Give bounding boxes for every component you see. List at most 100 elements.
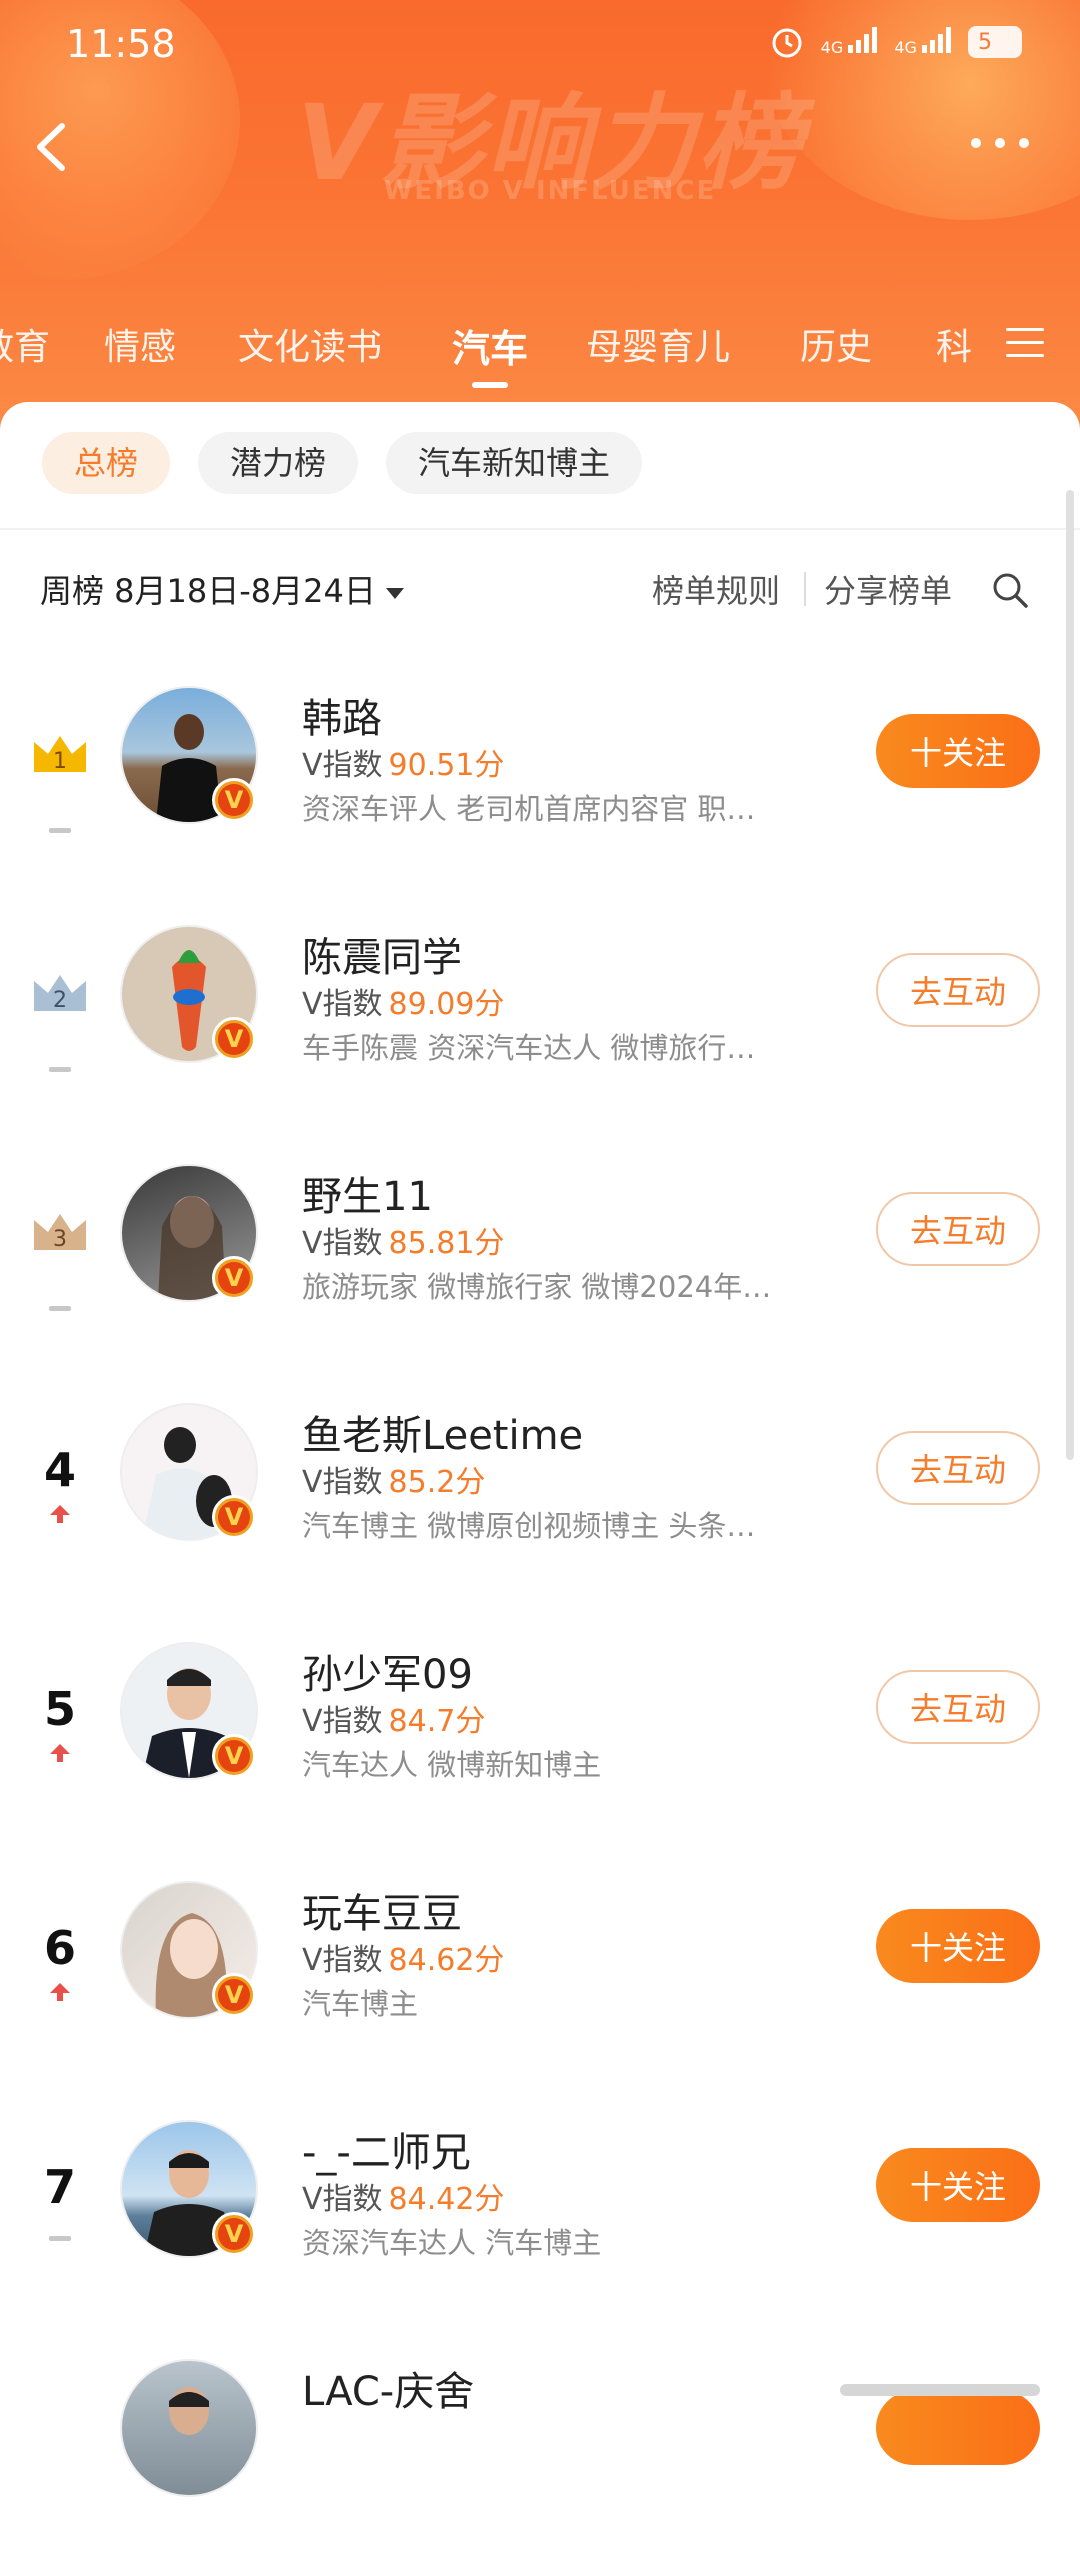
- tab-history[interactable]: 历史: [800, 318, 872, 370]
- rank-cell: 5: [28, 1682, 92, 1762]
- trend-flat-icon: [28, 818, 92, 837]
- trend-flat-icon: [28, 1296, 92, 1315]
- tab-parenting[interactable]: 母婴育儿: [586, 318, 730, 370]
- interact-button[interactable]: 去互动: [876, 1670, 1040, 1744]
- search-icon: [993, 573, 1028, 608]
- avatar[interactable]: [120, 2359, 258, 2497]
- avatar[interactable]: V: [120, 1881, 258, 2019]
- svg-text:2: 2: [53, 988, 67, 1013]
- user-name[interactable]: 陈震同学: [302, 925, 462, 983]
- chip-potential[interactable]: 潜力榜: [198, 432, 359, 494]
- share-link[interactable]: 分享榜单: [824, 566, 952, 612]
- rank-number: 6: [43, 1921, 76, 1975]
- user-description: 资深汽车达人 汽车博主: [302, 2226, 602, 2260]
- rank-cell: 7: [28, 2160, 92, 2241]
- user-name[interactable]: -_-二师兄: [302, 2120, 471, 2178]
- verified-badge-icon: V: [212, 778, 256, 822]
- follow-button[interactable]: 十关注: [876, 714, 1040, 788]
- silver-crown-icon: 2: [34, 975, 86, 1013]
- follow-button[interactable]: [876, 2391, 1040, 2465]
- ranking-row[interactable]: 2 V 陈震同学 V指数 89.09分 车手陈震 资深汽车达人 微博旅行… 去互动: [0, 925, 1080, 1125]
- rank-number: 4: [43, 1443, 76, 1497]
- user-name[interactable]: 孙少军09: [302, 1642, 473, 1700]
- alarm-icon: [772, 28, 802, 58]
- rank-cell: 4: [28, 1443, 92, 1523]
- ranking-row[interactable]: 7 V -_-二师兄 V指数 84.42分 资深汽车达人 汽车博主 十关注: [0, 2120, 1080, 2320]
- user-name[interactable]: 鱼老斯Leetime: [302, 1403, 583, 1461]
- ranking-row[interactable]: 5 V 孙少军09 V指数 84.7分 汽车达人 微博新知博主 去互动: [0, 1642, 1080, 1842]
- user-description: 车手陈震 资深汽车达人 微博旅行…: [302, 1031, 756, 1065]
- trend-flat-icon: [28, 1057, 92, 1076]
- trend-up-icon: [28, 1742, 92, 1768]
- v-index: V指数 85.81分: [302, 1226, 505, 1261]
- tab-science[interactable]: 科: [936, 318, 972, 370]
- follow-button[interactable]: 十关注: [876, 1909, 1040, 1983]
- gold-crown-icon: 1: [34, 736, 86, 774]
- v-index: V指数 85.2分: [302, 1465, 486, 1500]
- category-tabs: 教育 情感 文化读书 汽车 母婴育儿 历史 科: [0, 300, 1000, 390]
- user-description: 旅游玩家 微博旅行家 微博2024年…: [302, 1270, 772, 1304]
- trend-flat-icon: [28, 2226, 92, 2245]
- week-selector[interactable]: 周榜 8月18日-8月24日: [40, 566, 404, 612]
- interact-button[interactable]: 去互动: [876, 953, 1040, 1027]
- avatar[interactable]: V: [120, 686, 258, 824]
- signal-icon: 4G: [894, 27, 952, 57]
- verified-badge-icon: V: [212, 2212, 256, 2256]
- user-description: 资深车评人 老司机首席内容官 职…: [302, 792, 756, 826]
- verified-badge-icon: V: [212, 1017, 256, 1061]
- user-name[interactable]: 野生11: [302, 1164, 433, 1222]
- user-name[interactable]: LAC-庆舍: [302, 2359, 474, 2417]
- rank-cell: 6: [28, 1921, 92, 2001]
- rules-link[interactable]: 榜单规则: [652, 566, 780, 612]
- user-name[interactable]: 韩路: [302, 686, 382, 744]
- tab-menu-button[interactable]: [1006, 328, 1044, 367]
- user-name[interactable]: 玩车豆豆: [302, 1881, 462, 1939]
- ranking-row[interactable]: 6 V 玩车豆豆 V指数 84.62分 汽车博主 十关注: [0, 1881, 1080, 2081]
- interact-button[interactable]: 去互动: [876, 1192, 1040, 1266]
- ranking-row[interactable]: 4 V 鱼老斯Leetime V指数 85.2分 汽车博主 微博原创视频博主 头条…: [0, 1403, 1080, 1603]
- ranking-row[interactable]: 3 V 野生11 V指数 85.81分 旅游玩家 微博旅行家 微博2024年… 去…: [0, 1164, 1080, 1364]
- home-indicator: [840, 2384, 1040, 2396]
- ranking-row[interactable]: 1 V 韩路 V指数 90.51分 资深车评人 老司机首席内容官 职… 十关注: [0, 686, 1080, 886]
- active-tab-indicator: [472, 382, 508, 388]
- svg-text:1: 1: [53, 749, 67, 774]
- more-options-button[interactable]: [968, 128, 1032, 151]
- caret-down-icon: [385, 587, 404, 599]
- tab-culture-reading[interactable]: 文化读书: [238, 318, 382, 370]
- user-description: 汽车达人 微博新知博主: [302, 1748, 602, 1782]
- divider: [804, 572, 806, 606]
- week-label: 周榜 8月18日-8月24日: [40, 572, 376, 610]
- hero-subtitle: WEIBO V INFLUENCE: [383, 176, 717, 206]
- avatar[interactable]: V: [120, 1164, 258, 1302]
- chip-auto-new-knowledge[interactable]: 汽车新知博主: [386, 432, 643, 494]
- verified-badge-icon: V: [212, 1734, 256, 1778]
- trend-up-icon: [28, 1503, 92, 1529]
- v-index: V指数 84.7分: [302, 1704, 486, 1739]
- follow-button[interactable]: 十关注: [876, 2148, 1040, 2222]
- user-description: 汽车博主: [302, 1987, 419, 2021]
- avatar[interactable]: V: [120, 2120, 258, 2258]
- avatar[interactable]: V: [120, 925, 258, 1063]
- tab-education[interactable]: 教育: [0, 318, 50, 370]
- back-button[interactable]: [28, 112, 76, 182]
- search-button[interactable]: [990, 570, 1030, 614]
- ranking-panel: 总榜 潜力榜 汽车新知博主 周榜 8月18日-8月24日 榜单规则 分享榜单 1…: [0, 402, 1080, 2497]
- svg-text:3: 3: [53, 1227, 67, 1252]
- rank-number: 5: [43, 1682, 76, 1736]
- tab-emotion[interactable]: 情感: [104, 318, 176, 370]
- tab-auto[interactable]: 汽车: [452, 318, 528, 373]
- bronze-crown-icon: 3: [34, 1214, 86, 1252]
- user-description: 汽车博主 微博原创视频博主 头条…: [302, 1509, 756, 1543]
- interact-button[interactable]: 去互动: [876, 1431, 1040, 1505]
- v-index: V指数 84.62分: [302, 1943, 505, 1978]
- v-index: V指数 89.09分: [302, 987, 505, 1022]
- chip-overall[interactable]: 总榜: [42, 432, 171, 494]
- v-index: V指数 90.51分: [302, 748, 505, 783]
- chevron-left-icon: [37, 123, 65, 171]
- v-index: V指数 84.42分: [302, 2182, 505, 2217]
- avatar[interactable]: V: [120, 1403, 258, 1541]
- rank-number: 7: [43, 2160, 76, 2214]
- avatar[interactable]: V: [120, 1642, 258, 1780]
- trend-up-icon: [28, 1981, 92, 2007]
- verified-badge-icon: V: [212, 1495, 256, 1539]
